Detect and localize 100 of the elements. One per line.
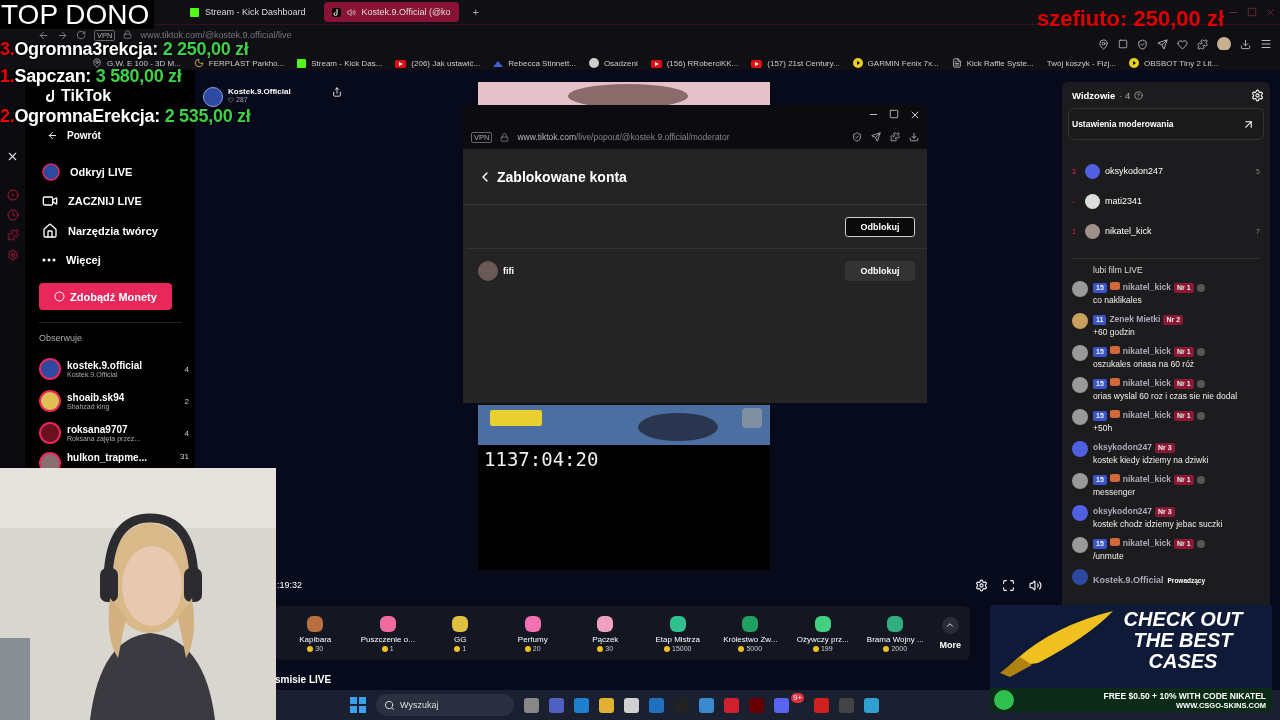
browser-tab[interactable]: Kostek.9.Official (@ko bbox=[323, 2, 459, 22]
chat-username[interactable]: oksykodon247 bbox=[1093, 506, 1153, 516]
bookmark[interactable]: GARMIN Fenix 7x... bbox=[867, 58, 939, 68]
send-icon[interactable] bbox=[1157, 38, 1168, 50]
coin-icon bbox=[812, 645, 819, 652]
menu-item[interactable]: Narzędzia twórcy bbox=[39, 216, 185, 246]
avatar-icon[interactable] bbox=[1217, 37, 1231, 51]
home-icon bbox=[42, 222, 58, 239]
play-icon bbox=[1129, 58, 1140, 68]
send-icon[interactable] bbox=[871, 132, 881, 142]
bookmark[interactable]: Stream - Kick Das... bbox=[311, 59, 383, 68]
taskbar-app-icon[interactable] bbox=[864, 697, 880, 713]
fullscreen-icon[interactable] bbox=[1002, 578, 1015, 592]
browser-tab[interactable]: Stream - Kick Dashboard bbox=[182, 2, 314, 22]
lock-icon bbox=[123, 30, 133, 39]
account-name: roksana9707 bbox=[67, 424, 129, 435]
forward-icon[interactable] bbox=[57, 30, 68, 41]
donor-entry: 3.Ogromna3rekcja: 2 250,00 zł bbox=[0, 41, 249, 58]
taskbar-app-icon[interactable] bbox=[524, 697, 539, 713]
chat-username[interactable]: Zenek Mietki bbox=[1109, 314, 1161, 324]
viewer-count: 2 bbox=[184, 396, 189, 406]
download-icon[interactable] bbox=[1240, 38, 1251, 50]
heart-icon bbox=[228, 96, 234, 103]
bookmark[interactable]: Osadzeni bbox=[603, 58, 638, 68]
channel-name: Kostek.9.Official bbox=[228, 87, 291, 96]
menu-item[interactable]: Więcej bbox=[39, 245, 185, 275]
reload-icon[interactable] bbox=[76, 30, 86, 40]
speaker-icon bbox=[346, 7, 356, 17]
avatar bbox=[1072, 569, 1088, 585]
gift-name: Królestwo Zw... bbox=[723, 635, 778, 644]
extensions-icon[interactable] bbox=[890, 132, 900, 142]
windows-start-icon[interactable] bbox=[350, 697, 366, 713]
chat-username[interactable]: Kostek.9.Official bbox=[1093, 575, 1164, 585]
moderation-settings-link[interactable]: Ustawienia moderowania bbox=[1068, 108, 1264, 140]
back-icon bbox=[47, 130, 58, 141]
coin-icon bbox=[381, 645, 388, 652]
bookmark[interactable]: (156) RRoberciKK... bbox=[666, 59, 739, 68]
bookmark[interactable]: OBSBOT Tiny 2 Lit... bbox=[1144, 58, 1219, 68]
chat-username[interactable]: nikatel_kick bbox=[1122, 410, 1171, 420]
menu-label: ZACZNIJ LIVE bbox=[68, 195, 142, 208]
chat-username[interactable]: nikatel_kick bbox=[1122, 282, 1171, 292]
help-icon[interactable] bbox=[1134, 90, 1144, 100]
taskbar-search-field[interactable]: Wyszukaj bbox=[376, 694, 514, 716]
avatar bbox=[1072, 473, 1088, 489]
pin-icon bbox=[92, 58, 102, 68]
gift-name: Perfumy bbox=[517, 635, 548, 644]
bookmark[interactable]: G.W. E 100 - 3D M... bbox=[107, 58, 181, 68]
volume-icon[interactable] bbox=[1029, 578, 1042, 592]
chat-username[interactable]: oksykodon247 bbox=[1093, 442, 1153, 452]
gift-icon bbox=[522, 614, 543, 634]
download-icon[interactable] bbox=[909, 132, 919, 142]
chat-username[interactable]: nikatel_kick bbox=[1122, 538, 1171, 548]
menu-item[interactable]: ZACZNIJ LIVE bbox=[39, 186, 185, 216]
gift-name: Brama Wojny ... bbox=[866, 635, 924, 644]
taskbar-app-icon[interactable] bbox=[699, 697, 714, 713]
bookmark[interactable]: Rebecca Stinnett... bbox=[508, 59, 576, 68]
unblock-button[interactable]: Odblokuj bbox=[845, 216, 915, 237]
blocked-user-name: fifi bbox=[503, 266, 514, 276]
taskbar-app-icon[interactable] bbox=[599, 697, 614, 713]
address-field[interactable]: www.tiktok.com/@kostek.9.official/live bbox=[140, 30, 292, 40]
unblock-button[interactable]: Odblokuj bbox=[845, 261, 915, 281]
menu-icon[interactable] bbox=[1260, 38, 1272, 50]
coin-icon bbox=[883, 645, 890, 652]
address-field[interactable]: www.tiktok.com/live/popout/@kostek.9.official/moderator bbox=[517, 132, 730, 142]
chat-username[interactable]: nikatel_kick bbox=[1122, 346, 1171, 356]
coin-icon bbox=[524, 645, 531, 652]
overlay-title: TOP DONO bbox=[0, 0, 155, 29]
menu-item[interactable]: Odkryj LIVE bbox=[39, 157, 185, 187]
back-link[interactable]: Powrót bbox=[47, 130, 185, 141]
bookmark[interactable]: Twój koszyk - Fizj... bbox=[1046, 59, 1117, 68]
maximize-icon[interactable] bbox=[889, 109, 899, 119]
bookmark[interactable]: Kick Raffle Syste... bbox=[966, 58, 1034, 68]
new-tab-button[interactable]: + bbox=[468, 6, 483, 18]
viewer-name: oksykodon247 bbox=[1105, 166, 1164, 176]
circle-icon bbox=[588, 58, 599, 68]
close-icon[interactable] bbox=[909, 109, 921, 121]
heart-icon[interactable] bbox=[1177, 38, 1188, 50]
extensions-icon[interactable] bbox=[1197, 38, 1208, 50]
gift-icon bbox=[305, 614, 326, 634]
bookmark[interactable]: (206) Jak ustawić... bbox=[411, 59, 481, 68]
elapsed-time: :19:32 bbox=[277, 580, 303, 590]
bookmark[interactable]: (157) 21st Century... bbox=[767, 59, 840, 68]
x-logo-icon[interactable] bbox=[6, 150, 19, 163]
avatar bbox=[1085, 163, 1100, 179]
avatar bbox=[1085, 223, 1100, 239]
notification-badge: 9+ bbox=[791, 693, 805, 703]
shield-icon[interactable] bbox=[852, 132, 862, 142]
bookmark[interactable]: FERPLAST Parkho... bbox=[208, 58, 285, 68]
more-button[interactable]: More bbox=[939, 616, 961, 650]
chat-message: co naklikales bbox=[1093, 294, 1143, 307]
pin-icon[interactable] bbox=[1098, 38, 1109, 50]
menu-label: Narzędzia twórcy bbox=[68, 224, 158, 237]
chat-username[interactable]: nikatel_kick bbox=[1122, 378, 1171, 388]
share-icon[interactable] bbox=[331, 87, 342, 97]
chat-message: messenger bbox=[1093, 486, 1137, 499]
coins-button[interactable]: Zdobądź Monety bbox=[39, 283, 172, 310]
search-icon bbox=[384, 700, 395, 711]
chat-username[interactable]: nikatel_kick bbox=[1122, 474, 1171, 484]
shield-icon[interactable] bbox=[1137, 38, 1148, 50]
taskbar-app-icon[interactable] bbox=[624, 697, 639, 713]
